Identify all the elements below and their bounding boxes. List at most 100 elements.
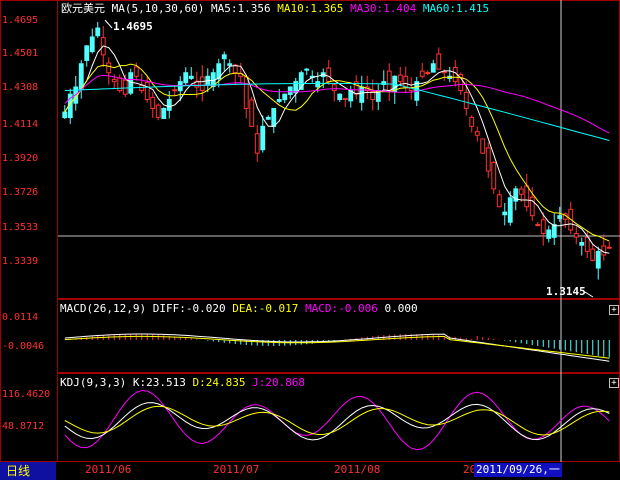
candle-body: [579, 241, 585, 246]
macd-extra: 0.000: [384, 302, 418, 315]
candle-body: [551, 224, 557, 238]
y-tick-main: 1.4308: [2, 82, 39, 93]
ma5-value: MA5:1.356: [210, 2, 271, 15]
kdj-legend: KDJ(9,3,3) K:23.513 D:24.835 J:20.868: [60, 377, 305, 389]
macd-value: MACD:-0.006: [305, 302, 378, 315]
candle-body: [166, 99, 172, 111]
candle-body: [507, 197, 513, 223]
chart-canvas[interactable]: [0, 0, 620, 480]
low-price-label: 1.3145: [546, 285, 586, 298]
ma30-value: MA30:1.404: [350, 2, 417, 15]
x-tick: 2011/07: [213, 463, 260, 476]
candle-body: [249, 99, 255, 127]
candle-body: [144, 81, 150, 101]
candle-body: [540, 219, 546, 235]
candle-body: [573, 233, 579, 238]
candle-body: [496, 194, 502, 208]
candle-body: [221, 54, 227, 60]
candle-body: [122, 79, 128, 95]
candle-body: [535, 224, 541, 227]
y-tick-main: 1.4501: [2, 48, 39, 59]
candle-body: [161, 107, 167, 119]
macd-diff-line: [64, 333, 610, 362]
candle-body: [590, 248, 596, 261]
candle-body: [188, 75, 194, 79]
macd-legend: MACD(26,12,9) DIFF:-0.020 DEA:-0.017 MAC…: [60, 303, 418, 315]
y-tick-macd: -0.0046: [2, 341, 45, 352]
x-tick: 2011/06: [85, 463, 132, 476]
candle-body: [601, 245, 607, 256]
y-tick-main: 1.3920: [2, 153, 39, 164]
candle-body: [419, 70, 425, 77]
candle-body: [172, 89, 178, 92]
macd-dea-line: [64, 335, 610, 359]
y-tick-main: 1.4114: [2, 119, 39, 130]
candle-body: [254, 133, 260, 154]
macd-dea: DEA:-0.017: [232, 302, 299, 315]
chart-window: 欧元美元 MA(5,10,30,60) MA5:1.356 MA10:1.365…: [0, 0, 620, 480]
candle-body: [106, 62, 112, 74]
candle-body: [430, 63, 436, 73]
candle-body: [78, 63, 84, 90]
kdj-k: K:23.513: [132, 376, 186, 389]
candle-body: [502, 211, 508, 216]
candle-body: [287, 86, 293, 95]
candle-body: [282, 93, 288, 101]
candle-body: [403, 75, 409, 88]
y-tick-main: 1.3339: [2, 256, 39, 267]
candle-body: [227, 63, 233, 66]
ma60-value: MA60:1.415: [422, 2, 490, 15]
candle-body: [315, 81, 321, 88]
candle-body: [84, 45, 90, 61]
x-tick: 2011/08: [334, 463, 381, 476]
high-price-label: 1.4695: [113, 20, 153, 33]
macd-params: MACD(26,12,9): [60, 302, 147, 315]
candle-body: [557, 215, 563, 219]
candle-body: [480, 138, 486, 154]
period-tab-daily[interactable]: 日线: [0, 462, 56, 480]
candle-body: [265, 116, 271, 120]
ma-params: MA(5,10,30,60): [111, 2, 205, 15]
candle-body: [133, 66, 139, 77]
candle-body: [304, 68, 310, 71]
candle-body: [606, 246, 612, 249]
candle-body: [95, 27, 101, 37]
y-tick-main: 1.3726: [2, 187, 39, 198]
candle-body: [89, 36, 95, 53]
main-legend: 欧元美元 MA(5,10,30,60) MA5:1.356 MA10:1.365…: [61, 3, 489, 15]
candle-body: [337, 93, 343, 101]
candle-body: [386, 70, 392, 92]
candle-body: [485, 147, 491, 172]
candle-body: [62, 111, 68, 119]
candle-body: [584, 236, 590, 252]
candle-body: [260, 125, 266, 151]
low-marker: [584, 291, 594, 298]
candle-body: [546, 229, 552, 239]
candle-body: [397, 74, 403, 83]
candle-body: [491, 161, 497, 190]
candle-body: [474, 131, 480, 136]
candle-body: [436, 53, 442, 70]
expand-button[interactable]: +: [609, 305, 619, 315]
candle-body: [529, 196, 535, 217]
crosshair-date-label: 2011/09/26,一: [474, 463, 562, 477]
candle-body: [271, 107, 277, 127]
candle-body: [243, 76, 249, 109]
candle-body: [524, 185, 530, 208]
candle-body: [331, 84, 337, 92]
candle-body: [155, 104, 161, 118]
kdj-params: KDJ(9,3,3): [60, 376, 127, 389]
candle-body: [518, 188, 524, 195]
candle-body: [199, 76, 205, 92]
expand-button-kdj[interactable]: +: [609, 378, 619, 388]
y-tick-main: 1.3533: [2, 222, 39, 233]
ma10-value: MA10:1.365: [277, 2, 344, 15]
kdj-j: J:20.868: [252, 376, 306, 389]
symbol-name: 欧元美元: [61, 2, 105, 15]
kdj-d: D:24.835: [192, 376, 246, 389]
candle-body: [183, 72, 189, 84]
kdj-k-line: [64, 402, 610, 441]
candle-body: [111, 78, 117, 83]
candle-body: [150, 96, 156, 109]
kdj-j-line: [64, 389, 610, 451]
